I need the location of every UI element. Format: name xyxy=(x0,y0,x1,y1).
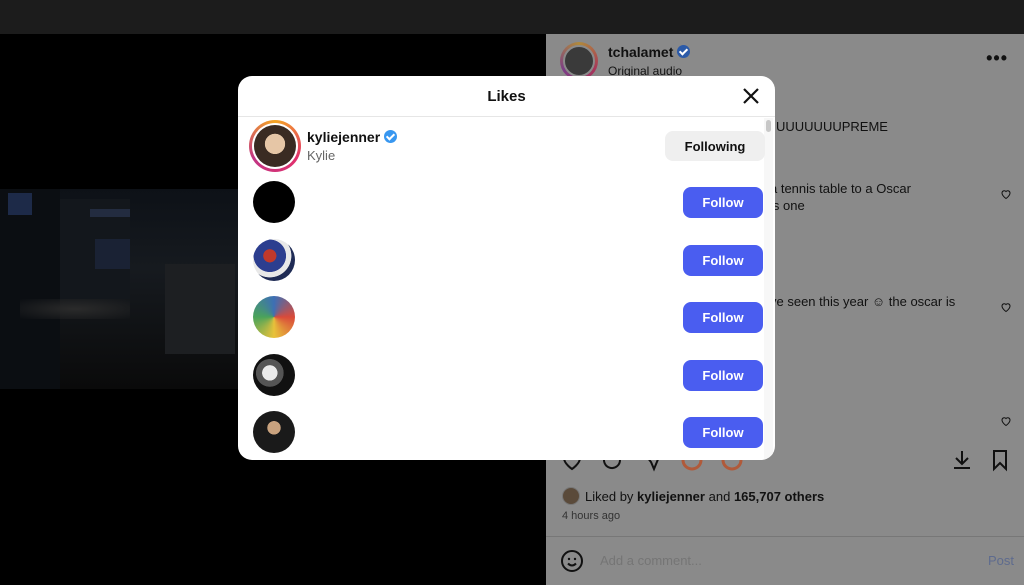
close-icon[interactable] xyxy=(741,86,761,106)
more-icon[interactable]: ••• xyxy=(986,48,1008,69)
save-icon[interactable] xyxy=(988,448,1012,472)
likers-list: kyliejenner Kylie Following Follow Follo… xyxy=(238,118,775,460)
post-comment-button[interactable]: Post xyxy=(988,553,1014,568)
liker-avatar[interactable] xyxy=(249,120,301,172)
emoji-icon[interactable] xyxy=(560,549,584,573)
liker-avatar[interactable] xyxy=(253,411,295,453)
liker-row: Follow xyxy=(238,405,763,460)
liker-fullname: Kylie xyxy=(307,148,336,163)
liker-avatar[interactable] xyxy=(253,239,295,281)
liker-row: Follow xyxy=(238,175,763,232)
comment-bar: Post xyxy=(560,547,1014,575)
liker-avatar[interactable] xyxy=(253,354,295,396)
author-username[interactable]: tchalamet xyxy=(608,44,691,60)
liked-by-others-link[interactable]: 165,707 others xyxy=(734,489,824,504)
liked-by-user-link[interactable]: kyliejenner xyxy=(637,489,705,504)
verified-icon xyxy=(384,130,398,143)
comment-like-heart-icon[interactable] xyxy=(1000,415,1012,427)
liker-avatar[interactable] xyxy=(253,181,295,223)
liker-username[interactable]: kyliejenner xyxy=(307,129,398,145)
comment-text: a tennis table to a Oscar is one xyxy=(770,181,911,213)
browser-top-bar xyxy=(0,0,1024,34)
liked-by: Liked by kyliejenner and 165,707 others xyxy=(562,487,824,505)
likes-modal: Likes kyliejenner Kylie Following Follow… xyxy=(238,76,775,460)
liker-mini-avatar xyxy=(562,487,580,505)
liker-row: Follow xyxy=(238,290,763,347)
author-avatar[interactable] xyxy=(560,42,598,80)
comment-text: UUUUUUUPREME xyxy=(776,119,888,134)
download-icon[interactable] xyxy=(950,448,974,472)
modal-header: Likes xyxy=(238,76,775,117)
comment-input[interactable] xyxy=(600,553,960,568)
divider xyxy=(546,536,1024,537)
liker-avatar[interactable] xyxy=(253,296,295,338)
follow-button[interactable]: Follow xyxy=(683,245,763,276)
comment-like-heart-icon[interactable] xyxy=(1000,301,1012,313)
liker-row: Follow xyxy=(238,233,763,290)
follow-button[interactable]: Follow xyxy=(683,302,763,333)
follow-button[interactable]: Follow xyxy=(683,360,763,391)
liker-row: Follow xyxy=(238,348,763,405)
liker-row: kyliejenner Kylie Following xyxy=(238,118,765,175)
follow-button[interactable]: Follow xyxy=(683,187,763,218)
follow-button[interactable]: Follow xyxy=(683,417,763,448)
post-timestamp[interactable]: 4 hours ago xyxy=(562,510,620,522)
modal-title: Likes xyxy=(487,88,526,105)
verified-icon xyxy=(677,45,691,58)
comment-text: ve seen this year ☺ the oscar is xyxy=(770,294,956,309)
following-button[interactable]: Following xyxy=(665,131,765,161)
comment-like-heart-icon[interactable] xyxy=(1000,188,1012,200)
